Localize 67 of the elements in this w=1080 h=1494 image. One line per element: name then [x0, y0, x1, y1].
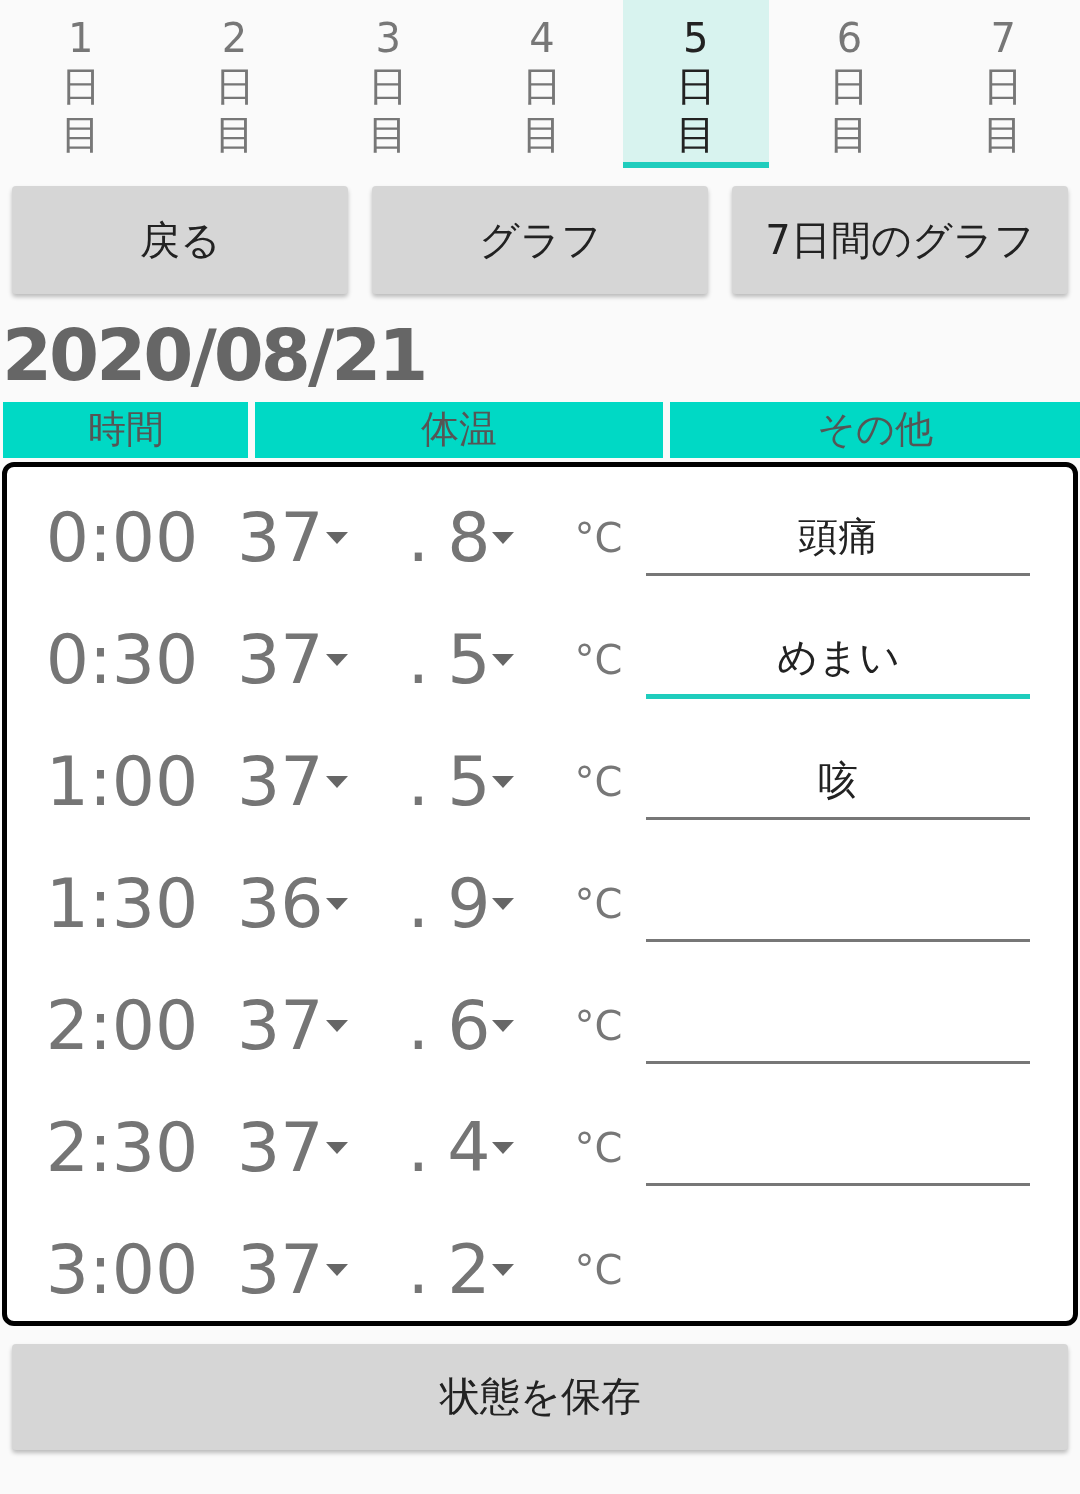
day-tab[interactable]: 7日目: [930, 0, 1076, 168]
dropdown-caret-icon: [325, 653, 348, 666]
day-tab[interactable]: 3日目: [315, 0, 462, 168]
decimal-point: .: [407, 742, 430, 822]
note-field[interactable]: 頭痛: [646, 499, 1031, 577]
integer-dropdown[interactable]: 37: [237, 986, 348, 1066]
decimal-dropdown[interactable]: 4: [447, 1108, 515, 1188]
day-tab[interactable]: 2日目: [161, 0, 308, 168]
dropdown-caret-icon: [325, 1019, 348, 1032]
time-label: 0:30: [44, 620, 200, 700]
decimal-dropdown[interactable]: 9: [447, 864, 515, 944]
integer-dropdown[interactable]: 37: [237, 498, 348, 578]
integer-dropdown[interactable]: 37: [237, 620, 348, 700]
unit-label: °C: [574, 636, 624, 683]
dropdown-caret-icon: [492, 897, 515, 910]
integer-dropdown[interactable]: 36: [237, 864, 348, 944]
dropdown-caret-icon: [325, 775, 348, 788]
note-field[interactable]: めまい: [646, 620, 1031, 700]
dropdown-caret-icon: [492, 653, 515, 666]
unit-label: °C: [574, 1246, 624, 1293]
integer-dropdown[interactable]: 37: [237, 1230, 348, 1310]
column-header: 時間: [3, 401, 248, 458]
nav-button[interactable]: グラフ: [372, 186, 708, 294]
decimal-dropdown[interactable]: 6: [447, 986, 515, 1066]
decimal-point: .: [407, 864, 430, 944]
dropdown-caret-icon: [325, 897, 348, 910]
unit-label: °C: [574, 758, 624, 805]
day-tab[interactable]: 1日目: [8, 0, 154, 168]
decimal-dropdown[interactable]: 5: [447, 742, 515, 822]
time-label: 2:00: [44, 986, 200, 1066]
unit-label: °C: [574, 880, 624, 927]
dropdown-caret-icon: [325, 1141, 348, 1154]
time-label: 0:00: [44, 498, 200, 578]
decimal-point: .: [407, 986, 430, 1066]
nav-button[interactable]: 7日間のグラフ: [732, 186, 1068, 294]
column-header: 体温: [255, 401, 663, 458]
nav-button[interactable]: 戻る: [12, 186, 348, 294]
decimal-point: .: [407, 1230, 430, 1310]
dropdown-caret-icon: [492, 1019, 515, 1032]
decimal-point: .: [407, 620, 430, 700]
day-tab[interactable]: 4日目: [469, 0, 615, 168]
unit-label: °C: [574, 514, 624, 561]
unit-label: °C: [574, 1002, 624, 1049]
save-button[interactable]: 状態を保存: [12, 1343, 1068, 1450]
decimal-dropdown[interactable]: 2: [447, 1230, 515, 1310]
dropdown-caret-icon: [492, 775, 515, 788]
decimal-dropdown[interactable]: 5: [447, 620, 515, 700]
decimal-point: .: [407, 498, 430, 578]
dropdown-caret-icon: [325, 531, 348, 544]
unit-label: °C: [574, 1124, 624, 1171]
day-tab[interactable]: 5日目: [622, 0, 769, 168]
time-label: 3:00: [44, 1230, 200, 1310]
note-field[interactable]: 咳: [646, 743, 1031, 821]
integer-dropdown[interactable]: 37: [237, 742, 348, 822]
day-tab[interactable]: 6日目: [776, 0, 923, 168]
time-label: 1:00: [44, 742, 200, 822]
dropdown-caret-icon: [492, 1263, 515, 1276]
date-title: 2020/08/21: [1, 312, 427, 394]
column-header: その他: [670, 401, 1080, 458]
dropdown-caret-icon: [492, 531, 515, 544]
decimal-point: .: [407, 1108, 430, 1188]
integer-dropdown[interactable]: 37: [237, 1108, 348, 1188]
time-label: 2:30: [44, 1108, 200, 1188]
dropdown-caret-icon: [325, 1263, 348, 1276]
dropdown-caret-icon: [492, 1141, 515, 1154]
time-label: 1:30: [44, 864, 200, 944]
decimal-dropdown[interactable]: 8: [447, 498, 515, 578]
